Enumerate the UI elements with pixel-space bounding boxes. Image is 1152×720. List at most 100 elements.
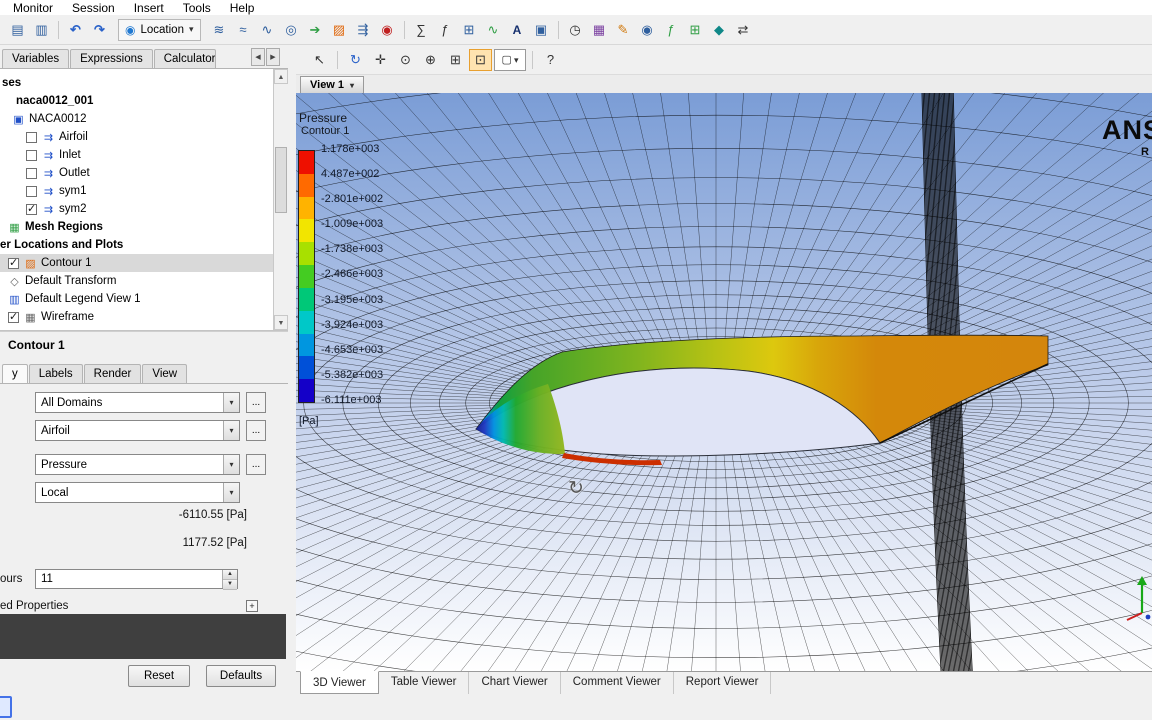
- variable-more-button[interactable]: ...: [246, 454, 266, 475]
- zoom-box-tool-icon[interactable]: ⊞: [444, 49, 467, 71]
- tree-item-wireframe[interactable]: ▦ Wireframe: [0, 308, 288, 326]
- session-page-icon[interactable]: ▤: [6, 19, 29, 41]
- tree-item-mesh-regions[interactable]: ▦ Mesh Regions: [0, 218, 288, 236]
- defaults-button[interactable]: Defaults: [206, 665, 276, 687]
- locations-more-button[interactable]: ...: [246, 420, 266, 441]
- zoom-tool-icon[interactable]: ⊙: [394, 49, 417, 71]
- toolbar-separator: [403, 20, 405, 39]
- streamline-icon[interactable]: ∿: [256, 19, 279, 41]
- tree-item-domain-naca0012[interactable]: ▣ NACA0012: [0, 110, 288, 128]
- tab-table-viewer[interactable]: Table Viewer: [379, 672, 470, 694]
- scrollbar-thumb[interactable]: [275, 147, 287, 213]
- reset-button[interactable]: Reset: [128, 665, 190, 687]
- viewer-options-icon[interactable]: ?: [539, 49, 562, 71]
- menu-session[interactable]: Session: [72, 1, 115, 15]
- probe-tool-icon[interactable]: ◉: [636, 19, 659, 41]
- locations-select[interactable]: Airfoil ▾: [35, 420, 240, 441]
- view-1-tab[interactable]: View 1 ▾: [300, 76, 365, 93]
- tree-item-default-transform[interactable]: ◇ Default Transform: [0, 272, 288, 290]
- expand-icon[interactable]: +: [246, 600, 258, 612]
- table-icon[interactable]: ⊞: [458, 19, 481, 41]
- particle-track-icon[interactable]: ⇶: [352, 19, 375, 41]
- spin-up-icon[interactable]: ▲: [223, 570, 237, 580]
- menu-monitor[interactable]: Monitor: [13, 1, 53, 15]
- checkbox[interactable]: [26, 167, 37, 179]
- tree-item-airfoil[interactable]: ⇉ Airfoil: [0, 128, 288, 146]
- contour-icon[interactable]: ▨: [328, 19, 351, 41]
- tab-expressions[interactable]: Expressions: [70, 49, 153, 68]
- range-select[interactable]: Local ▾: [35, 482, 240, 503]
- pan-tool-icon[interactable]: ✛: [369, 49, 392, 71]
- rotate-tool-icon[interactable]: ↻: [344, 49, 367, 71]
- view-tab-label: View 1: [310, 79, 345, 91]
- redo-icon[interactable]: ↷: [88, 19, 111, 41]
- compare-icon[interactable]: ⇄: [732, 19, 755, 41]
- menu-insert[interactable]: Insert: [134, 1, 164, 15]
- 3d-viewport[interactable]: Pressure Contour 1 1.178e+003 4.487e+002…: [296, 93, 1152, 671]
- tab-chart-viewer[interactable]: Chart Viewer: [469, 672, 561, 694]
- tree-item-outlet[interactable]: ⇉ Outlet: [0, 164, 288, 182]
- checkbox[interactable]: [26, 149, 37, 161]
- slice-plane-icon[interactable]: ≋: [208, 19, 231, 41]
- figure-icon[interactable]: ▣: [530, 19, 553, 41]
- tree-item-default-legend[interactable]: ▥ Default Legend View 1: [0, 290, 288, 308]
- expression-icon[interactable]: ∑: [410, 19, 433, 41]
- tab-variables[interactable]: Variables: [2, 49, 70, 68]
- menu-tools[interactable]: Tools: [183, 1, 211, 15]
- contours-stepper[interactable]: ▲ ▼: [35, 569, 238, 590]
- tree-item-case-naca0012-001[interactable]: naca0012_001: [0, 92, 288, 110]
- text-label-icon[interactable]: A: [506, 19, 529, 41]
- scroll-up-icon[interactable]: ▲: [274, 69, 288, 84]
- point-icon[interactable]: ◎: [280, 19, 303, 41]
- tree-scrollbar[interactable]: ▲ ▼: [273, 69, 288, 330]
- scroll-down-icon[interactable]: ▼: [274, 315, 288, 330]
- tab-render[interactable]: Render: [83, 364, 142, 383]
- domains-select[interactable]: All Domains ▾: [35, 392, 240, 413]
- tab-calculator[interactable]: Calculator: [153, 49, 216, 68]
- chart-icon[interactable]: ∿: [482, 19, 505, 41]
- animation-icon[interactable]: ▦: [588, 19, 611, 41]
- tab-geometry[interactable]: y: [2, 364, 28, 383]
- turbo-icon[interactable]: ◆: [708, 19, 731, 41]
- checkbox[interactable]: [26, 131, 37, 143]
- tab-report-viewer[interactable]: Report Viewer: [674, 672, 772, 694]
- isosurface-icon[interactable]: ≈: [232, 19, 255, 41]
- tree-item-user-locations[interactable]: er Locations and Plots: [0, 236, 288, 254]
- tree-item-cases[interactable]: ses: [0, 74, 288, 92]
- checkbox[interactable]: [26, 185, 37, 197]
- location-dropdown[interactable]: ◉ Location ▾: [118, 18, 201, 41]
- tab-3d-viewer[interactable]: 3D Viewer: [300, 671, 379, 694]
- checkbox[interactable]: [8, 310, 19, 323]
- probe-icon[interactable]: ◉: [376, 19, 399, 41]
- contours-input[interactable]: [36, 570, 222, 588]
- fit-view-tool-icon[interactable]: ⊡: [469, 48, 492, 71]
- tree-item-sym1[interactable]: ⇉ sym1: [0, 182, 288, 200]
- tree-item-sym2[interactable]: ⇉ sym2: [0, 200, 288, 218]
- tree-item-contour-1[interactable]: ▨ Contour 1: [0, 254, 288, 272]
- timestep-icon[interactable]: ◷: [564, 19, 587, 41]
- tab-view[interactable]: View: [142, 364, 188, 383]
- boundary-icon: ⇉: [43, 185, 54, 198]
- spin-down-icon[interactable]: ▼: [223, 580, 237, 590]
- variable-select[interactable]: Pressure ▾: [35, 454, 240, 475]
- domains-more-button[interactable]: ...: [246, 392, 266, 413]
- checkbox[interactable]: [26, 202, 37, 215]
- tree-item-inlet[interactable]: ⇉ Inlet: [0, 146, 288, 164]
- function-calculator-icon[interactable]: ƒ: [434, 19, 457, 41]
- vector-icon[interactable]: ➔: [304, 19, 327, 41]
- tab-comment-viewer[interactable]: Comment Viewer: [561, 672, 674, 694]
- menu-help[interactable]: Help: [230, 1, 255, 15]
- tab-scroll-right-icon[interactable]: ▶: [266, 48, 280, 66]
- checkbox[interactable]: [8, 256, 19, 269]
- macro-calculator-icon[interactable]: ƒ: [660, 19, 683, 41]
- mesh-calculator-icon[interactable]: ⊞: [684, 19, 707, 41]
- projection-dropdown[interactable]: ▢ ▾: [494, 48, 526, 71]
- undo-icon[interactable]: ↶: [64, 19, 87, 41]
- apply-button[interactable]: [0, 696, 12, 718]
- zoom-in-tool-icon[interactable]: ⊕: [419, 49, 442, 71]
- session-page2-icon[interactable]: ▥: [30, 19, 53, 41]
- select-tool-icon[interactable]: ↖: [308, 49, 331, 71]
- tab-scroll-left-icon[interactable]: ◀: [251, 48, 265, 66]
- quick-editor-icon[interactable]: ✎: [612, 19, 635, 41]
- tab-labels[interactable]: Labels: [28, 364, 83, 383]
